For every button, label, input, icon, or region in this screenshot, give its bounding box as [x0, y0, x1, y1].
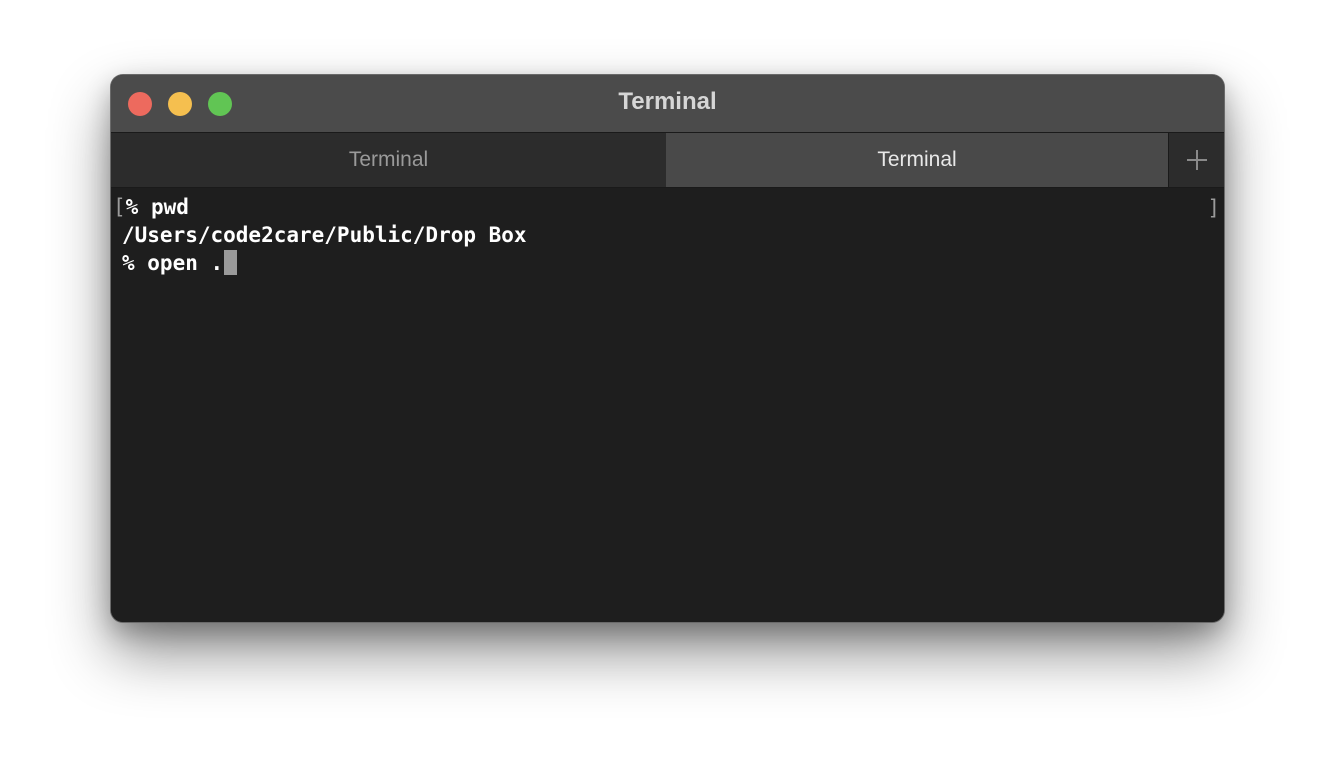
command-open: % open . — [122, 251, 224, 275]
title-bar[interactable]: Terminal — [111, 75, 1224, 132]
terminal-window: Terminal Terminal Terminal [% pwd /Users… — [111, 75, 1224, 622]
terminal-line: [% pwd — [113, 193, 189, 221]
terminal-output[interactable]: [% pwd /Users/code2care/Public/Drop Box … — [111, 188, 1224, 622]
plus-icon — [1186, 150, 1207, 170]
text-cursor — [224, 250, 238, 275]
add-tab-button[interactable] — [1168, 133, 1224, 187]
tab-bar: Terminal Terminal — [111, 132, 1224, 188]
line-bracket: [ — [113, 195, 126, 219]
output-path: /Users/code2care/Public/Drop Box — [122, 223, 527, 247]
right-bracket: ] — [1207, 196, 1220, 220]
command-pwd: % pwd — [125, 195, 189, 219]
terminal-line: /Users/code2care/Public/Drop Box — [122, 221, 527, 249]
terminal-line: % open . — [122, 249, 238, 277]
tab-terminal-1[interactable]: Terminal — [111, 133, 666, 187]
window-title: Terminal — [618, 88, 717, 115]
tab-terminal-2[interactable]: Terminal — [666, 133, 1168, 187]
